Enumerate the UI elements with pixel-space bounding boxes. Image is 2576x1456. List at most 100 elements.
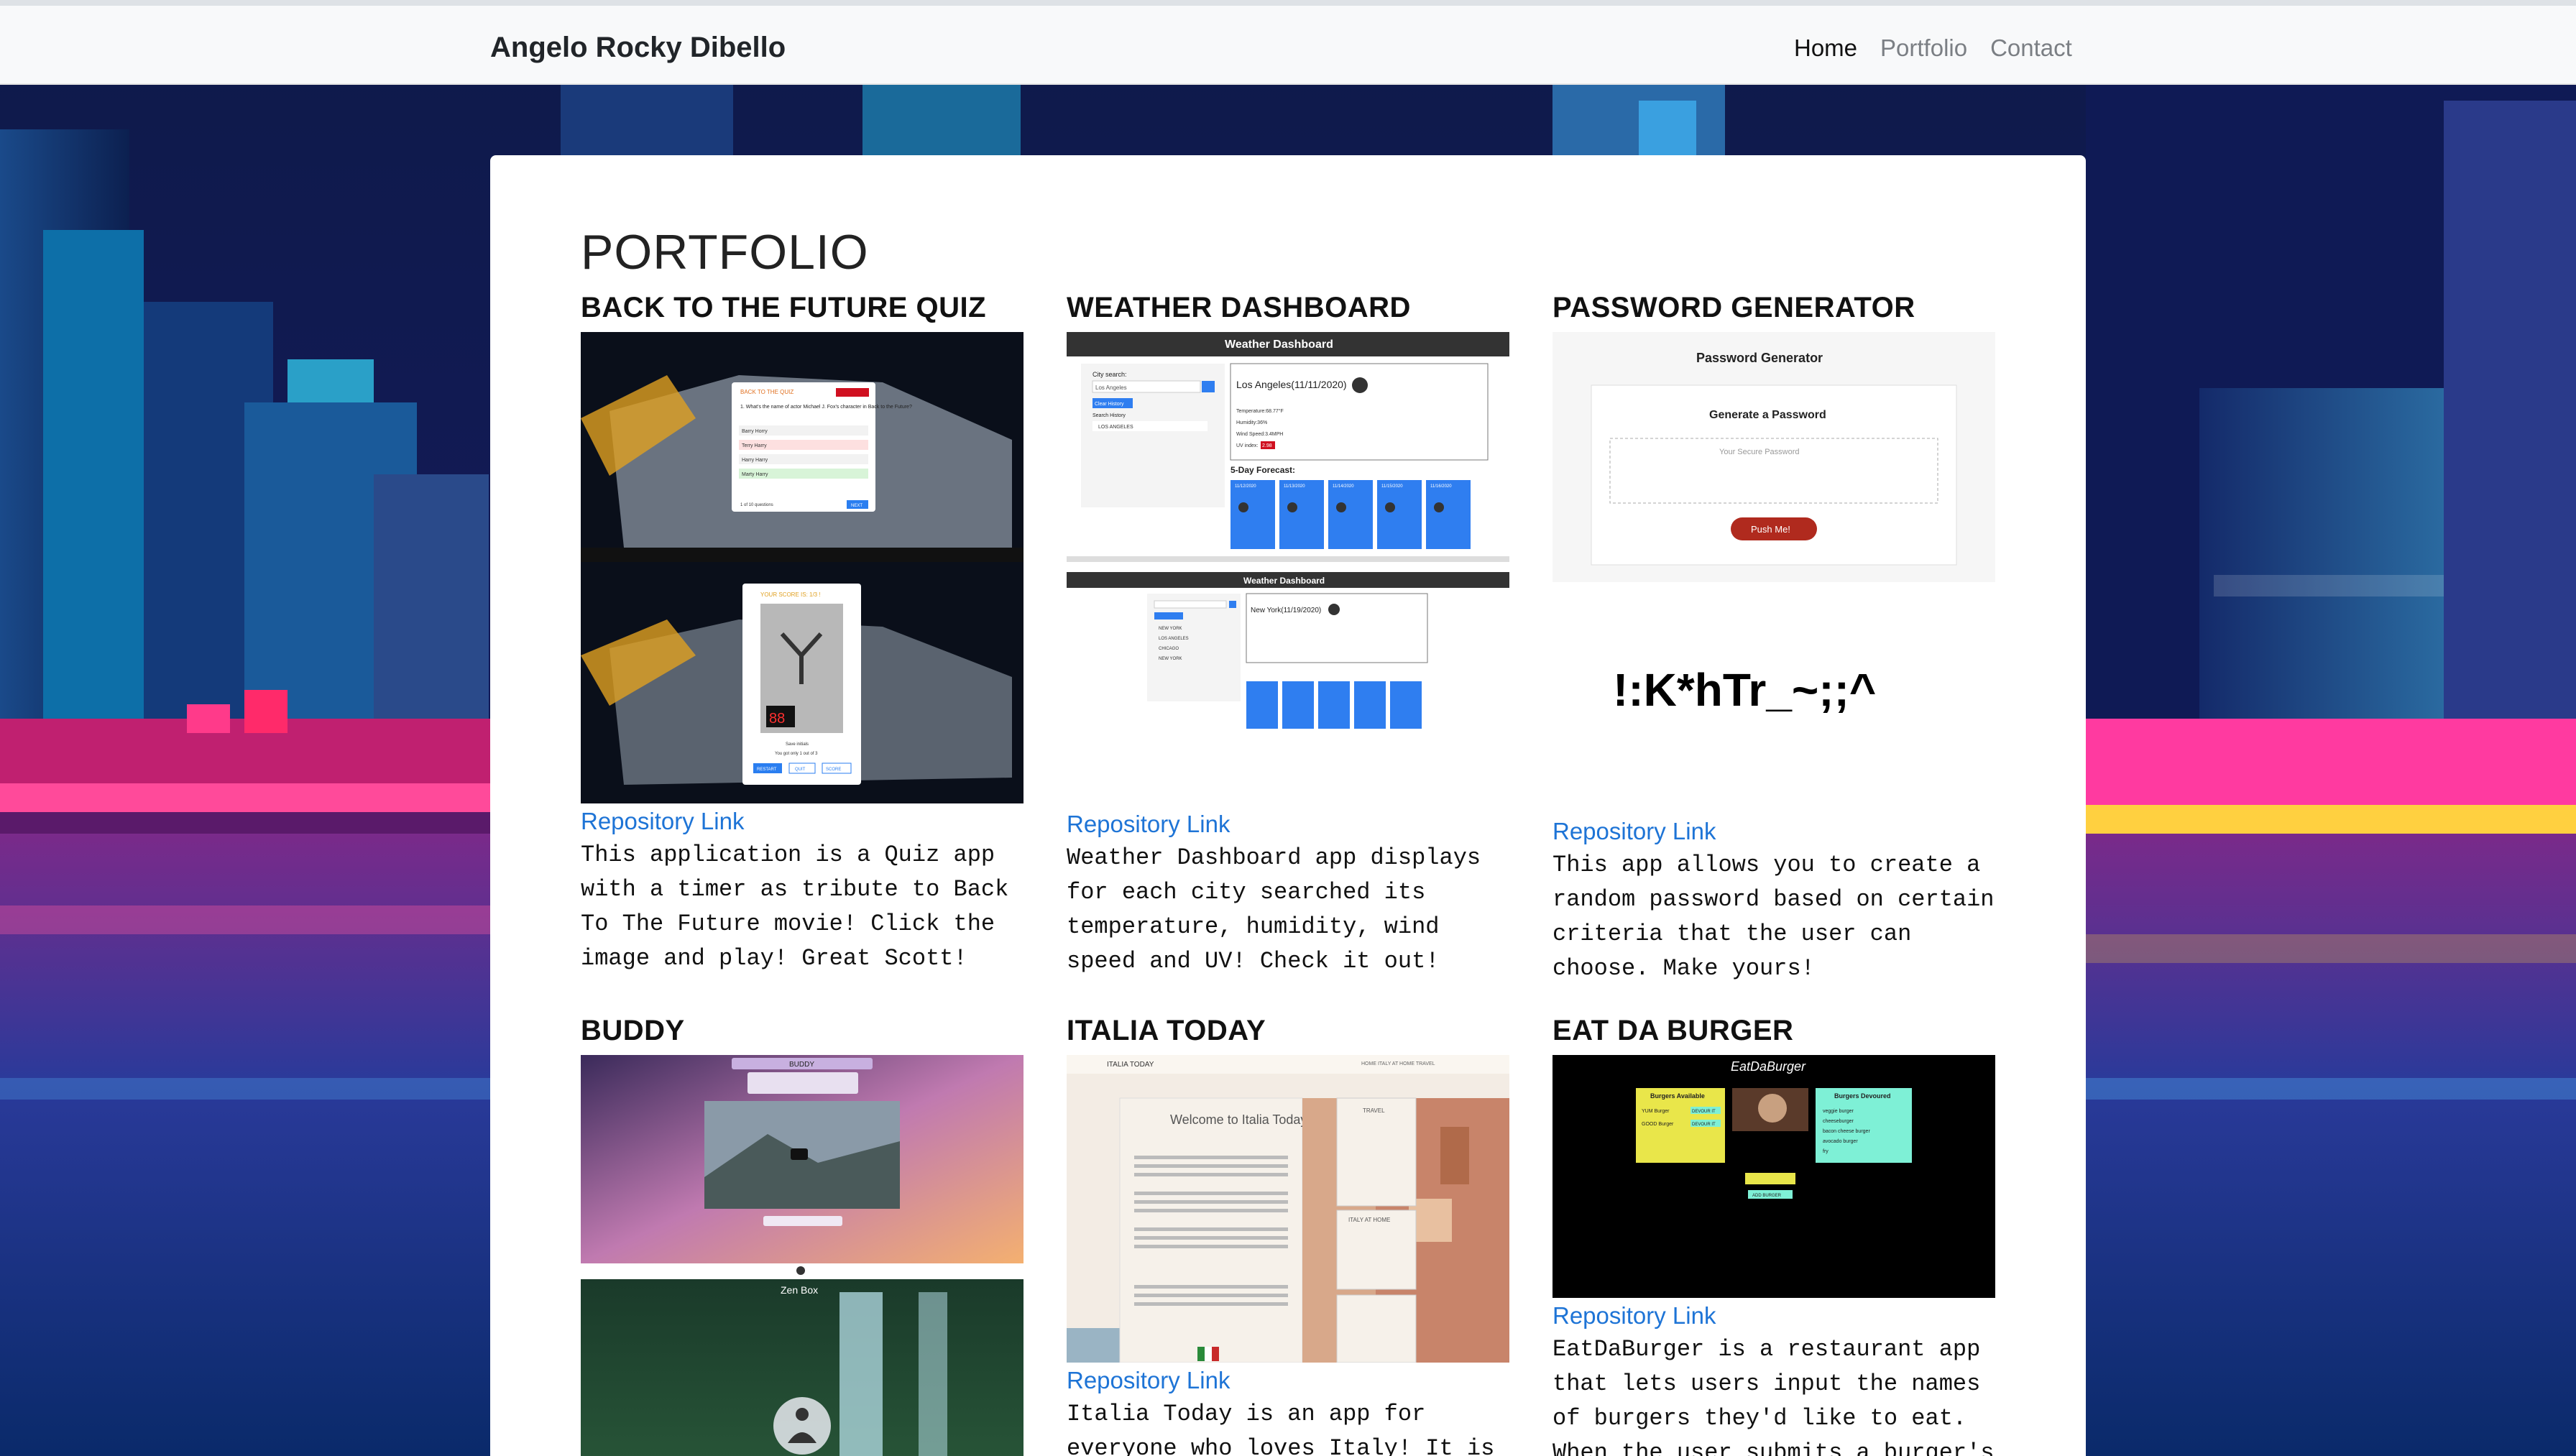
svg-text:Wind Speed:3.4MPH: Wind Speed:3.4MPH — [1236, 432, 1283, 437]
svg-text:1 of 10 questions: 1 of 10 questions — [740, 503, 773, 507]
quiz-title: BACK TO THE QUIZ — [740, 389, 794, 395]
quiz-preview-image: BACK TO THE QUIZ 1. What's the name of a… — [581, 332, 1024, 803]
repository-link[interactable]: Repository Link — [581, 808, 1024, 835]
svg-text:Los Angeles(11/11/2020): Los Angeles(11/11/2020) — [1236, 379, 1347, 390]
repository-link[interactable]: Repository Link — [1067, 811, 1509, 838]
project-description: Italia Today is an app for everyone who … — [1067, 1401, 1495, 1456]
password-preview-image: Password Generator Generate a Password Y… — [1552, 332, 1995, 814]
svg-text:UV index:: UV index: — [1236, 443, 1258, 448]
svg-text:avocado burger: avocado burger — [1823, 1139, 1858, 1144]
svg-text:ITALIA TODAY: ITALIA TODAY — [1107, 1061, 1154, 1069]
svg-text:Weather Dashboard: Weather Dashboard — [1225, 338, 1333, 351]
svg-text:LOS ANGELES: LOS ANGELES — [1098, 425, 1133, 430]
project-description: This application is a Quiz app with a ti… — [581, 842, 1009, 972]
svg-text:11/14/2020: 11/14/2020 — [1333, 484, 1354, 489]
svg-text:RESTART: RESTART — [757, 768, 777, 772]
brand-link[interactable]: Angelo Rocky Dibello — [490, 32, 786, 64]
project-screenshot-buddy[interactable]: BUDDY Zen Box — [581, 1055, 1024, 1456]
nav-contact[interactable]: Contact — [1990, 34, 2072, 62]
svg-text:CHICAGO: CHICAGO — [1159, 647, 1179, 651]
svg-text:NEXT: NEXT — [851, 504, 862, 508]
svg-text:Temperature:68.77°F: Temperature:68.77°F — [1236, 408, 1284, 414]
svg-text:NEW YORK: NEW YORK — [1159, 627, 1182, 631]
svg-text:You got only 1 out of 3: You got only 1 out of 3 — [775, 752, 818, 756]
project-card-weather: WEATHER DASHBOARD Weather Dashboard City… — [1067, 292, 1509, 979]
svg-text:Your Secure Password: Your Secure Password — [1719, 448, 1800, 456]
svg-text:Zen Box: Zen Box — [781, 1284, 818, 1296]
svg-text:LOS ANGELES: LOS ANGELES — [1159, 637, 1189, 641]
buddy-preview-image: BUDDY Zen Box — [581, 1055, 1024, 1456]
svg-text:11/12/2020: 11/12/2020 — [1235, 484, 1256, 489]
svg-text:bacon cheese burger: bacon cheese burger — [1823, 1129, 1870, 1134]
svg-text:City search:: City search: — [1092, 371, 1127, 378]
svg-text:Harry Harry: Harry Harry — [742, 458, 768, 463]
project-title: ITALIA TODAY — [1067, 1015, 1266, 1046]
project-screenshot-burger[interactable]: EatDaBurger Burgers Available YUM Burger… — [1552, 1055, 1995, 1298]
svg-text:New York(11/19/2020): New York(11/19/2020) — [1251, 607, 1321, 614]
svg-text:QUIT: QUIT — [795, 768, 806, 772]
svg-text:EatDaBurger: EatDaBurger — [1731, 1059, 1806, 1074]
svg-text:11/16/2020: 11/16/2020 — [1430, 484, 1452, 489]
project-card-btf-quiz: BACK TO THE FUTURE QUIZ BACK TO THE QUIZ… — [581, 292, 1024, 976]
svg-text:2.98: 2.98 — [1262, 443, 1272, 448]
svg-text:GOOD Burger: GOOD Burger — [1642, 1122, 1674, 1127]
weather-preview-image: Weather Dashboard City search: Los Angel… — [1067, 332, 1509, 806]
project-description: Weather Dashboard app displays for each … — [1067, 844, 1481, 974]
svg-text:ADD BURGER: ADD BURGER — [1752, 1194, 1782, 1198]
svg-text:Barry Horry: Barry Horry — [742, 429, 768, 434]
svg-text:TRAVEL: TRAVEL — [1363, 1107, 1385, 1114]
project-description: EatDaBurger is a restaurant app that let… — [1552, 1336, 1995, 1456]
project-screenshot-btf-quiz[interactable]: BACK TO THE QUIZ 1. What's the name of a… — [581, 332, 1024, 803]
svg-text:88: 88 — [769, 711, 785, 727]
burger-preview-image: EatDaBurger Burgers Available YUM Burger… — [1552, 1055, 1995, 1298]
italia-preview-image: ITALIA TODAY HOME ITALY AT HOME TRAVEL W… — [1067, 1055, 1509, 1363]
svg-text:Clear History: Clear History — [1095, 402, 1124, 407]
project-screenshot-italia[interactable]: ITALIA TODAY HOME ITALY AT HOME TRAVEL W… — [1067, 1055, 1509, 1363]
svg-text:HOME ITALY AT HOME TRAVEL: HOME ITALY AT HOME TRAVEL — [1361, 1061, 1435, 1066]
repository-link[interactable]: Repository Link — [1067, 1367, 1509, 1394]
svg-text:ITALY AT HOME: ITALY AT HOME — [1348, 1217, 1390, 1223]
svg-text:DEVOUR IT: DEVOUR IT — [1692, 1123, 1716, 1127]
nav-home[interactable]: Home — [1794, 34, 1857, 62]
project-description: This app allows you to create a random p… — [1552, 852, 1995, 982]
svg-text:Los Angeles: Los Angeles — [1095, 384, 1127, 391]
project-title: BACK TO THE FUTURE QUIZ — [581, 292, 987, 323]
svg-text:5-Day Forecast:: 5-Day Forecast: — [1230, 465, 1295, 475]
svg-text:Burgers Available: Burgers Available — [1650, 1092, 1705, 1100]
svg-text:Search History: Search History — [1092, 413, 1126, 418]
svg-text:Humidity:36%: Humidity:36% — [1236, 420, 1267, 425]
svg-text:Weather Dashboard: Weather Dashboard — [1243, 576, 1325, 586]
svg-text:cheeseburger: cheeseburger — [1823, 1119, 1854, 1124]
repository-link[interactable]: Repository Link — [1552, 818, 1995, 845]
svg-text:Welcome to Italia Today: Welcome to Italia Today — [1170, 1112, 1307, 1127]
navbar: Angelo Rocky Dibello Home Portfolio Cont… — [0, 0, 2576, 85]
svg-text:NEW YORK: NEW YORK — [1159, 657, 1182, 661]
svg-text:Password Generator: Password Generator — [1696, 351, 1823, 365]
project-card-burger: EAT DA BURGER EatDaBurger Burgers Availa… — [1552, 1015, 1995, 1456]
project-screenshot-password[interactable]: Password Generator Generate a Password Y… — [1552, 332, 1995, 814]
svg-text:Generate a Password: Generate a Password — [1709, 409, 1826, 421]
svg-text:!:K*hTr_~;;^: !:K*hTr_~;;^ — [1613, 664, 1876, 716]
svg-text:fry: fry — [1823, 1149, 1828, 1154]
svg-text:Save initials: Save initials — [786, 742, 809, 747]
svg-text:Marty Harry: Marty Harry — [742, 472, 768, 477]
project-card-buddy: BUDDY BUDDY Zen Box — [581, 1015, 1024, 1456]
svg-text:Burgers Devoured: Burgers Devoured — [1834, 1092, 1891, 1100]
svg-text:DEVOUR IT: DEVOUR IT — [1692, 1110, 1716, 1114]
svg-text:YUM Burger: YUM Burger — [1642, 1109, 1670, 1114]
page-title: PORTFOLIO — [581, 225, 869, 280]
project-card-password: PASSWORD GENERATOR Password Generator Ge… — [1552, 292, 1995, 986]
svg-text:11/15/2020: 11/15/2020 — [1381, 484, 1403, 489]
project-card-italia: ITALIA TODAY ITALIA TODAY HOME ITALY AT … — [1067, 1015, 1509, 1456]
repository-link[interactable]: Repository Link — [1552, 1302, 1995, 1330]
svg-text:veggie burger: veggie burger — [1823, 1109, 1854, 1114]
portfolio-panel: PORTFOLIO BACK TO THE FUTURE QUIZ BACK T… — [490, 155, 2086, 1456]
project-title: WEATHER DASHBOARD — [1067, 292, 1411, 323]
nav-links: Home Portfolio Contact — [1794, 34, 2072, 62]
quiz-question: 1. What's the name of actor Michael J. F… — [740, 405, 912, 410]
svg-text:BUDDY: BUDDY — [789, 1061, 814, 1069]
nav-portfolio[interactable]: Portfolio — [1880, 34, 1967, 62]
project-screenshot-weather[interactable]: Weather Dashboard City search: Los Angel… — [1067, 332, 1509, 806]
project-title: EAT DA BURGER — [1552, 1015, 1794, 1046]
svg-text:SCORE: SCORE — [826, 768, 841, 772]
